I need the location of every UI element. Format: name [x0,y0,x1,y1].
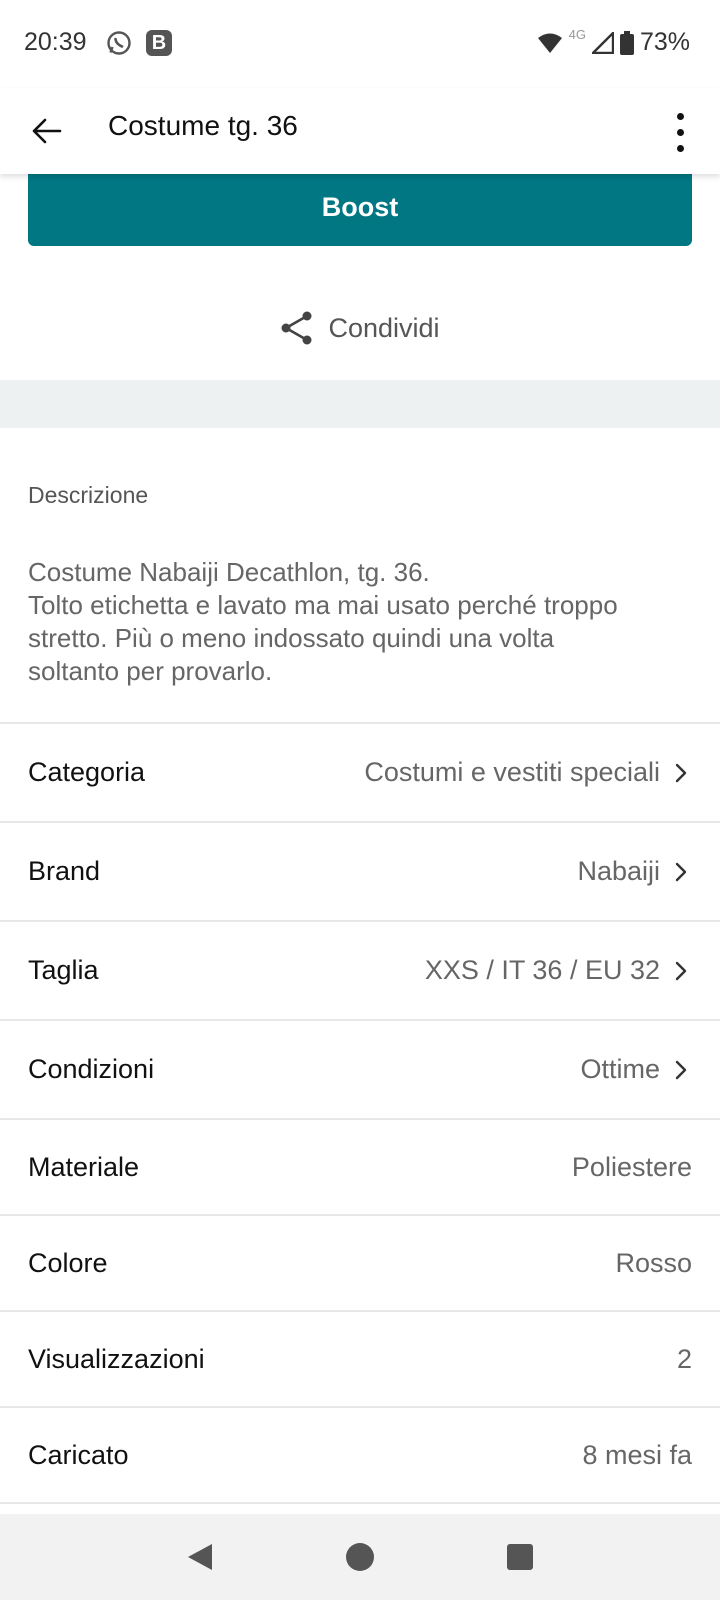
detail-row-material: Materiale Poliestere [0,1118,720,1214]
description-line: stretto. Più o meno indossato quindi una… [28,623,555,653]
details-bottom-divider [0,1502,720,1504]
nav-home-button[interactable] [330,1527,390,1587]
detail-label: Materiale [28,1151,140,1182]
detail-value: 2 [676,1343,692,1374]
detail-label: Visualizzazioni [28,1343,205,1374]
arrow-back-icon [32,118,62,144]
detail-value-wrap: Ottime [580,1054,692,1085]
detail-label: Brand [28,856,101,886]
system-navigation-bar [0,1514,720,1600]
detail-row-size[interactable]: Taglia XXS / IT 36 / EU 32 [0,920,720,1019]
detail-label: Colore [28,1247,108,1278]
description-line: Costume Nabaiji Decathlon, tg. 36. [28,557,430,587]
description-line: soltanto per provarlo. [28,656,273,686]
status-icons: 4G 73% [537,27,690,57]
share-label: Condividi [328,312,440,343]
b-app-icon: B [146,30,172,56]
more-vert-icon-dot [676,144,684,152]
wifi-icon [537,33,562,53]
item-details-list: Categoria Costumi e vestiti speciali Bra… [0,722,720,1504]
detail-value-wrap: XXS / IT 36 / EU 32 [425,955,692,986]
more-options-button[interactable] [668,104,692,160]
detail-row-uploaded: Caricato 8 mesi fa [0,1406,720,1502]
chevron-right-icon [675,862,687,881]
share-button[interactable]: Condividi [0,296,720,360]
network-type: 4G [568,27,586,42]
whatsapp-icon [107,31,131,55]
detail-value-wrap: Nabaiji [577,856,692,887]
detail-label: Taglia [28,955,99,985]
square-recents-icon [507,1544,533,1570]
chevron-right-icon [675,1060,687,1079]
detail-row-category[interactable]: Categoria Costumi e vestiti speciali [0,722,720,821]
status-time: 20:39 [24,28,87,56]
description-heading: Descrizione [28,482,149,508]
detail-label: Categoria [28,757,146,787]
description-text: Costume Nabaiji Decathlon, tg. 36. Tolto… [28,556,698,688]
description-line: Tolto etichetta e lavato ma mai usato pe… [28,590,618,620]
detail-value: 8 mesi fa [582,1439,692,1470]
detail-row-views: Visualizzazioni 2 [0,1310,720,1406]
detail-value: Nabaiji [577,856,660,886]
app-bar: Costume tg. 36 [0,88,720,174]
more-vert-icon-dot [676,128,684,136]
chevron-right-icon [675,763,687,782]
section-divider [0,380,720,428]
share-icon [281,311,312,345]
detail-row-color: Colore Rosso [0,1214,720,1310]
detail-row-condition[interactable]: Condizioni Ottime [0,1019,720,1118]
detail-value: Costumi e vestiti speciali [364,757,660,787]
battery-icon [619,30,634,55]
detail-value-wrap: Costumi e vestiti speciali [364,757,692,788]
nav-back-button[interactable] [170,1527,230,1587]
boost-button[interactable]: Boost [28,168,692,246]
status-bar: 20:39 B 4G 73% [0,0,720,88]
detail-value: Rosso [615,1247,692,1278]
circle-home-icon [346,1543,374,1571]
detail-label: Condizioni [28,1054,155,1084]
battery-percent: 73% [639,28,690,56]
cell-signal-icon [591,31,614,54]
nav-recents-button[interactable] [490,1527,550,1587]
detail-row-brand[interactable]: Brand Nabaiji [0,821,720,920]
more-vert-icon-dot [676,112,684,120]
back-button[interactable] [22,106,72,156]
triangle-back-icon [188,1544,212,1570]
detail-value: Ottime [580,1054,660,1084]
detail-value: Poliestere [571,1151,692,1182]
detail-label: Caricato [28,1439,129,1470]
detail-value: XXS / IT 36 / EU 32 [424,955,660,985]
chevron-right-icon [675,961,687,980]
page-title: Costume tg. 36 [108,110,298,141]
